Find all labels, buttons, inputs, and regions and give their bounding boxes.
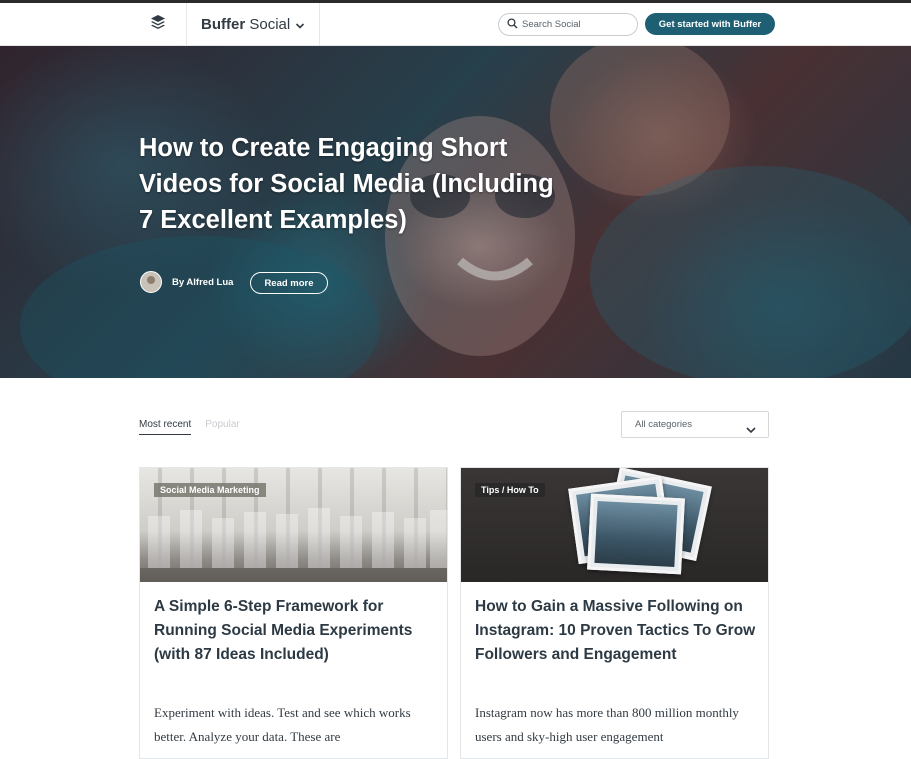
post-card-excerpt: Instagram now has more than 800 million … [475, 705, 739, 744]
search-icon [499, 16, 518, 34]
post-card-image[interactable]: Tips / How To [461, 468, 768, 582]
read-more-button[interactable]: Read more [250, 272, 328, 294]
search-input[interactable] [522, 19, 630, 30]
tab-most-recent[interactable]: Most recent [139, 419, 192, 435]
post-card-image[interactable]: Social Media Marketing [140, 468, 447, 582]
author-name: By Alfred Lua [172, 276, 234, 288]
post-sort-tabs: Most recent Popular [139, 419, 254, 435]
photo-print [587, 493, 685, 575]
get-started-button[interactable]: Get started with Buffer [645, 13, 775, 35]
post-card-title[interactable]: A Simple 6-Step Framework for Running So… [154, 595, 439, 667]
featured-post-hero[interactable]: How to Create Engaging Short Videos for … [0, 46, 911, 378]
blog-switcher[interactable]: Buffer Social [187, 3, 320, 45]
hero-author: By Alfred Lua [140, 271, 233, 293]
chevron-down-icon [295, 18, 305, 36]
post-card[interactable]: Social Media Marketing A Simple 6-Step F… [139, 467, 448, 759]
author-avatar [140, 271, 162, 293]
tab-popular[interactable]: Popular [205, 419, 239, 435]
category-select-value: All categories [635, 419, 693, 430]
post-card[interactable]: Tips / How To How to Gain a Massive Foll… [460, 467, 769, 759]
site-header: Buffer Social Get started with Buffer [0, 3, 911, 46]
chevron-down-icon [746, 421, 756, 439]
buffer-stack-icon [150, 14, 166, 35]
category-badge[interactable]: Tips / How To [475, 483, 545, 497]
category-badge[interactable]: Social Media Marketing [154, 483, 266, 497]
brand-title: Buffer Social [201, 15, 291, 33]
post-card-excerpt: Experiment with ideas. Test and see whic… [154, 705, 411, 744]
hero-post-title[interactable]: How to Create Engaging Short Videos for … [139, 130, 559, 238]
logo-link[interactable] [130, 3, 187, 45]
search-box[interactable] [498, 13, 638, 36]
post-card-title[interactable]: How to Gain a Massive Following on Insta… [475, 595, 760, 667]
category-select[interactable]: All categories [621, 411, 769, 438]
